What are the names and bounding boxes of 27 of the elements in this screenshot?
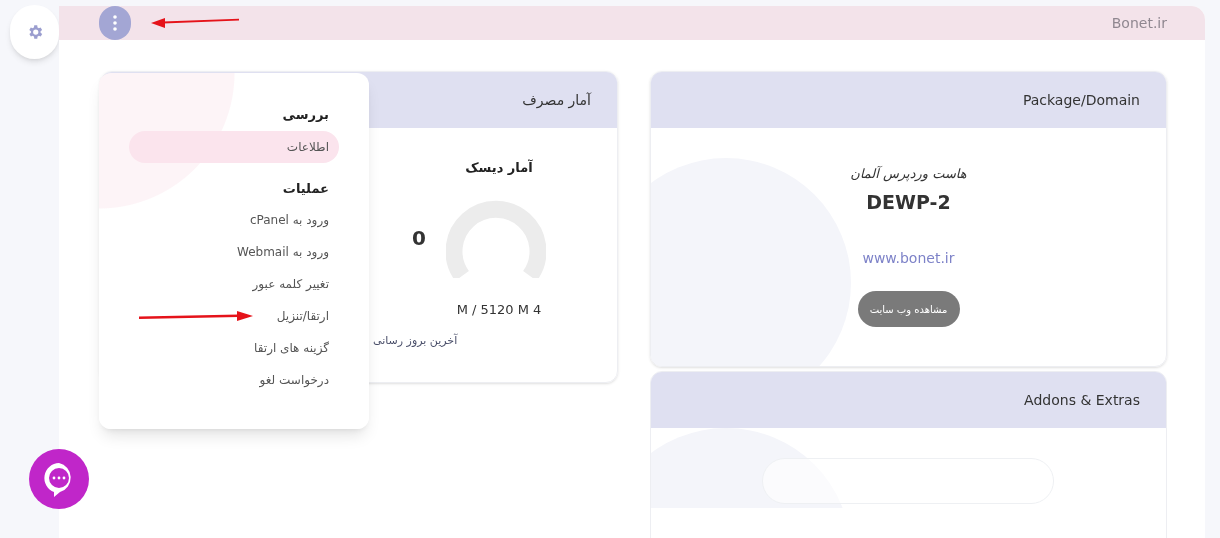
- arrow-icon: [138, 311, 253, 321]
- disk-reading: M / 5120 M 4: [456, 300, 542, 319]
- menu-heading: بررسی: [281, 106, 329, 124]
- menu-item[interactable]: گزینه های ارتقا: [244, 332, 339, 364]
- menu-item[interactable]: ورود به cPanel: [239, 204, 339, 236]
- disk-title: آمار دیسک: [465, 158, 533, 177]
- package-name: DEWP-2: [866, 189, 951, 215]
- menu-item[interactable]: تغییر کلمه عبور: [242, 268, 339, 300]
- site-name: Bonet.ir: [1111, 13, 1167, 33]
- last-update: آخرین بروز رسانی: [373, 333, 458, 349]
- product-name: هاست وردپرس آلمان: [850, 165, 967, 184]
- card-title: Package/Domain: [1022, 90, 1140, 110]
- arrow-icon: [151, 18, 239, 28]
- chat-button[interactable]: [29, 449, 89, 509]
- view-website-button[interactable]: مشاهده وب سایت: [857, 291, 960, 327]
- menu-item[interactable]: درخواست لغو: [249, 364, 339, 396]
- disk-value: 0: [412, 224, 426, 252]
- menu-item[interactable]: ورود به Webmail: [227, 236, 339, 268]
- menu-item[interactable]: ارتقا/تنزیل: [266, 300, 339, 332]
- menu-item[interactable]: اطلاعات: [129, 130, 339, 163]
- domain-link[interactable]: www.bonet.ir: [862, 248, 955, 269]
- more-icon: [113, 15, 117, 31]
- settings-button[interactable]: [10, 5, 59, 59]
- card-title: آمار مصرف: [522, 90, 591, 111]
- more-button[interactable]: [99, 6, 131, 40]
- menu-heading: عملیات: [281, 179, 329, 198]
- card-title: Addons & Extras: [1024, 390, 1140, 410]
